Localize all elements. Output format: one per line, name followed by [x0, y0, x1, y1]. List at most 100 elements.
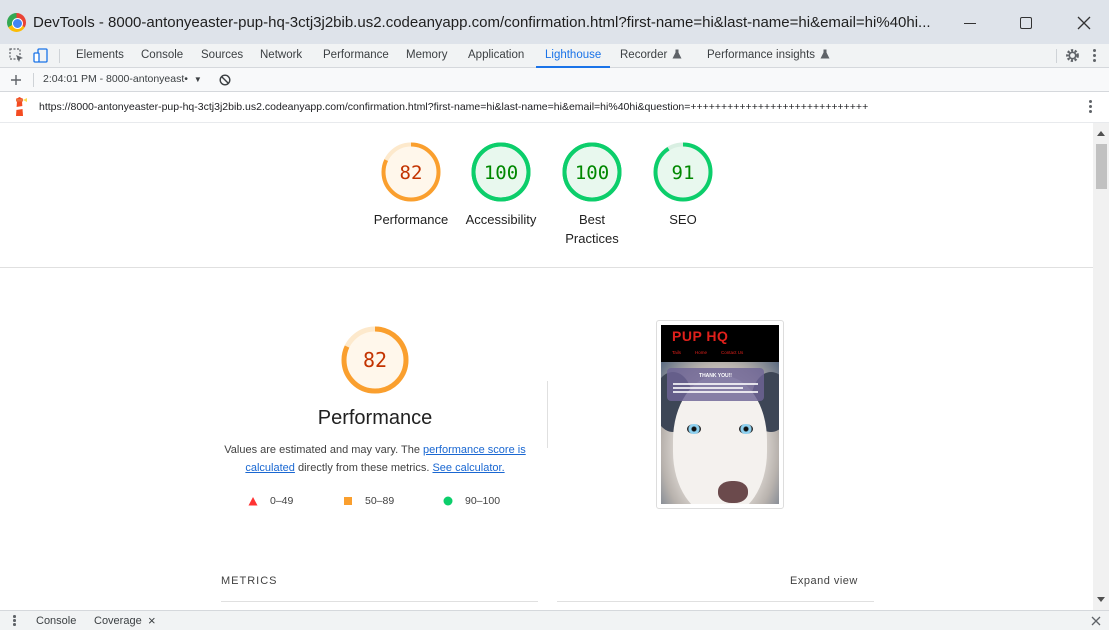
performance-description: Values are estimated and may vary. The p…	[220, 441, 530, 477]
score-gauge: 100	[562, 142, 622, 202]
minimize-icon	[964, 22, 976, 24]
screenshot-thank-you-card: THANK YOU!!	[667, 368, 764, 401]
report-menu-icon[interactable]	[1086, 100, 1094, 116]
report-select-value: 2:04:01 PM - 8000-antonyeast•	[43, 73, 188, 85]
window-title-bar: DevTools - 8000-antonyeaster-pup-hq-3ctj…	[0, 0, 1109, 44]
tab-label: Recorder	[620, 49, 668, 61]
legend-range: 90–100	[465, 495, 501, 507]
gauge-accessibility[interactable]: 100 Accessibility	[451, 141, 551, 229]
section-divider	[547, 381, 548, 448]
score-gauge: 82	[381, 142, 441, 202]
screenshot-card-title: THANK YOU!!	[699, 373, 732, 379]
experimental-flask-icon	[672, 49, 682, 59]
tab-application[interactable]: Application	[468, 44, 524, 68]
legend-range: 0–49	[270, 495, 294, 507]
screenshot-nav-item: Contact Us	[721, 350, 744, 355]
desc-prefix: Values are estimated and may vary. The	[224, 444, 423, 456]
chrome-logo-icon	[7, 13, 26, 32]
scroll-up-arrow-icon[interactable]	[1097, 131, 1105, 136]
chevron-down-icon: ▼	[193, 75, 202, 84]
tab-label: Lighthouse	[545, 49, 602, 61]
tab-memory[interactable]: Memory	[406, 44, 448, 68]
devtools-menu-icon[interactable]	[1091, 49, 1097, 63]
legend-pass: 90–100	[443, 495, 500, 507]
lighthouse-report: 82 Performance 100 Accessibility 100 Best Pra…	[0, 123, 1093, 610]
tab-sources[interactable]: Sources	[201, 44, 243, 68]
screenshot-header: PUP HQ Tails Home Contact Us	[661, 325, 779, 362]
tab-label: Performance	[323, 49, 389, 61]
maximize-icon	[1020, 17, 1032, 29]
see-calculator-link[interactable]: See calculator.	[432, 462, 504, 474]
report-select-dropdown[interactable]: 2:04:01 PM - 8000-antonyeast• ▼	[43, 73, 202, 85]
close-drawer-icon[interactable]	[1091, 616, 1101, 626]
score-gauge: 91	[653, 142, 713, 202]
screenshot-brand: PUP HQ	[672, 328, 729, 344]
report-url-bar: https://8000-antonyeaster-pup-hq-3ctj3j2…	[0, 92, 1109, 123]
inspect-element-icon[interactable]	[8, 47, 25, 64]
minimize-button[interactable]	[950, 8, 990, 38]
tab-lighthouse[interactable]: Lighthouse	[536, 44, 611, 68]
tab-label: Sources	[201, 49, 244, 61]
performance-title: Performance	[317, 407, 433, 429]
score-value: 100	[484, 162, 518, 184]
tab-elements[interactable]: Elements	[76, 44, 124, 68]
expand-view-button[interactable]: Expand view	[790, 575, 858, 587]
gauge-performance[interactable]: 82 Performance	[361, 141, 461, 229]
close-window-button[interactable]	[1064, 8, 1104, 38]
toolbar-divider	[1056, 49, 1057, 63]
score-gauges-header: 82 Performance 100 Accessibility 100 Best Pra…	[0, 123, 1093, 268]
performance-category: 82 Performance Values are estimated and …	[0, 269, 1093, 610]
tab-label: Network	[260, 49, 303, 61]
gauge-best-practices[interactable]: 100 Best Practices	[542, 141, 642, 248]
tab-label: Memory	[406, 49, 448, 61]
desc-middle: directly from these metrics.	[294, 462, 433, 474]
metrics-divider	[221, 601, 538, 602]
device-toolbar-icon[interactable]	[32, 47, 49, 64]
window-title: DevTools - 8000-antonyeaster-pup-hq-3ctj…	[33, 14, 931, 31]
score-value: 100	[575, 162, 609, 184]
maximize-button[interactable]	[1006, 8, 1046, 38]
gauge-seo[interactable]: 91 SEO	[633, 141, 733, 229]
score-value: 91	[672, 162, 695, 184]
drawer-menu-icon[interactable]	[13, 615, 17, 627]
tab-label: Performance insights	[707, 49, 816, 61]
tab-performance[interactable]: Performance	[323, 44, 389, 68]
triangle-fail-icon	[248, 497, 258, 506]
lighthouse-toolbar: 2:04:01 PM - 8000-antonyeast• ▼	[0, 68, 1109, 92]
tab-performance-insights[interactable]: Performance insights	[707, 44, 830, 68]
report-scrollbar[interactable]	[1093, 123, 1109, 610]
drawer-tab-coverage[interactable]: Coverage	[94, 615, 142, 627]
tab-network[interactable]: Network	[260, 44, 302, 68]
score-label: Best Practices	[565, 212, 619, 246]
performance-score-value: 82	[363, 348, 387, 372]
tab-console[interactable]: Console	[141, 44, 183, 68]
tab-recorder[interactable]: Recorder	[620, 44, 682, 68]
performance-score-gauge[interactable]: 82	[340, 325, 410, 395]
toolbar-divider	[33, 73, 34, 87]
clear-all-block-icon[interactable]	[219, 74, 231, 86]
settings-gear-icon[interactable]	[1064, 47, 1081, 64]
drawer-tab-console[interactable]: Console	[36, 615, 76, 627]
score-value: 82	[400, 162, 423, 184]
score-label: SEO	[669, 212, 697, 227]
legend-average: 50–89	[343, 495, 394, 507]
scrollbar-thumb[interactable]	[1096, 144, 1107, 189]
metrics-heading: METRICS	[221, 575, 278, 587]
toolbar-divider	[59, 49, 60, 63]
scroll-down-arrow-icon[interactable]	[1097, 597, 1105, 602]
new-report-plus-icon[interactable]	[10, 74, 22, 86]
legend-range: 50–89	[365, 495, 395, 507]
report-url[interactable]: https://8000-antonyeaster-pup-hq-3ctj3j2…	[39, 101, 1079, 113]
screenshot-image: PUP HQ Tails Home Contact Us THANK YOU!!	[661, 325, 779, 504]
close-icon	[1077, 16, 1091, 30]
devtools-drawer: Console Coverage ×	[0, 610, 1109, 630]
screenshot-nav-item: Home	[695, 350, 708, 355]
final-screenshot[interactable]: PUP HQ Tails Home Contact Us THANK YOU!!	[656, 320, 784, 509]
tab-label: Application	[468, 49, 525, 61]
tab-label: Console	[141, 49, 184, 61]
score-label: Performance	[373, 212, 449, 227]
circle-pass-icon	[443, 496, 453, 506]
close-coverage-icon[interactable]: ×	[148, 613, 156, 628]
score-gauge: 100	[471, 142, 531, 202]
square-average-icon	[344, 497, 352, 505]
